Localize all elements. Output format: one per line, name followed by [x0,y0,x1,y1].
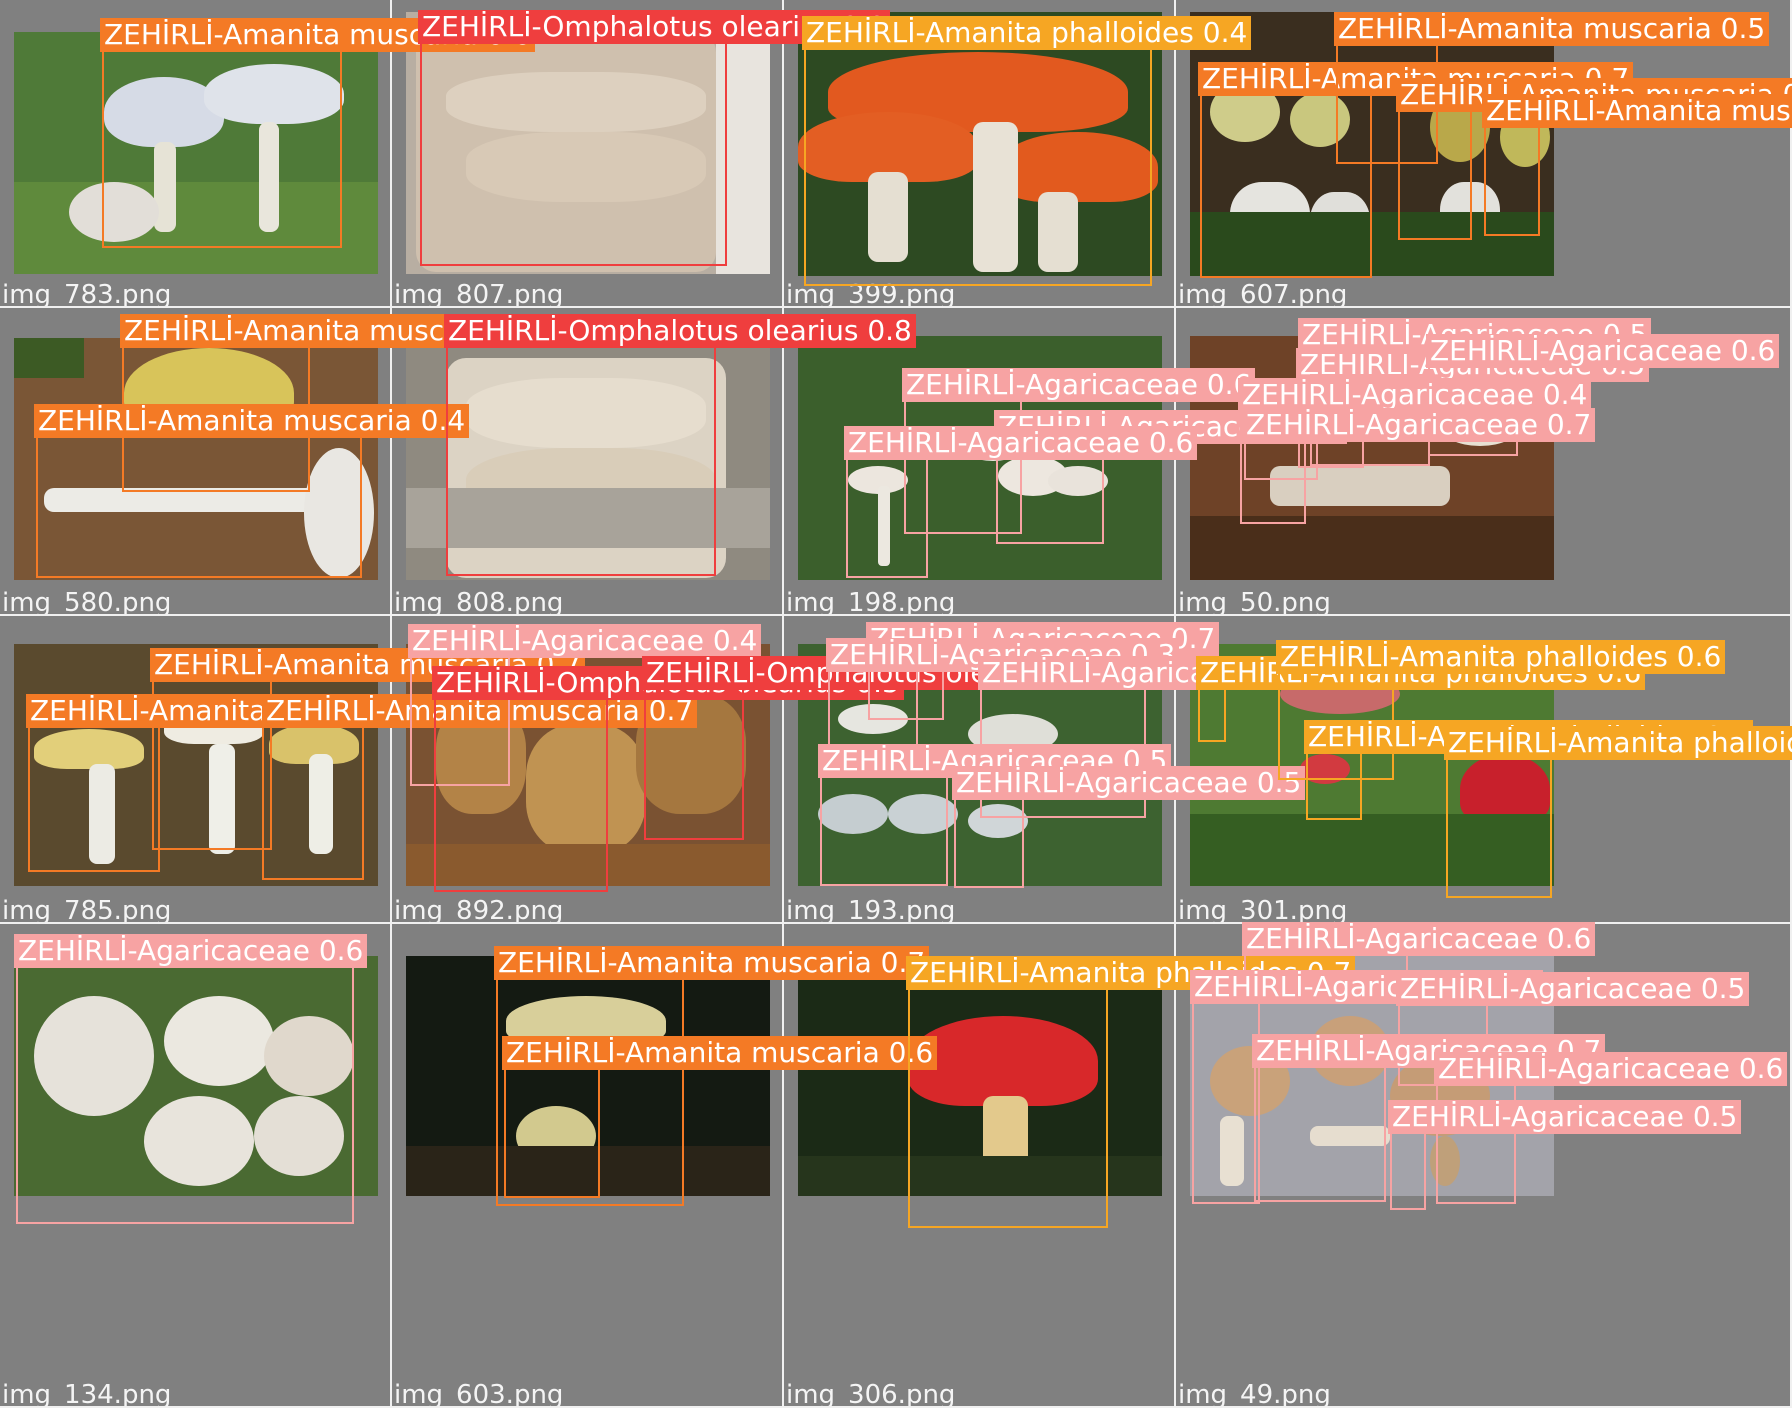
detection-box [16,966,354,1224]
image-filename: img_892.png [394,896,564,924]
detection-label: ZEHİRLİ-Agaricaceae 0.6 [1434,1052,1788,1086]
image-filename: img_193.png [786,896,956,924]
image-filename: img_50.png [1178,588,1331,616]
detection-label: ZEHİRLİ-Agaricaceae 0.5 [1388,1100,1742,1134]
image-filename: img_808.png [394,588,564,616]
detection-label: ZEHİRLİ-Agaricaceae 0.6 [1242,922,1596,956]
detection-box [446,322,716,576]
image-filename: img_607.png [1178,280,1348,308]
detection-label: ZEHİRLİ-Agaricaceae 0.5 [952,766,1306,800]
image-filename: img_807.png [394,280,564,308]
detection-label: ZEHİRLİ-Agaricaceae 0.5 [1396,972,1750,1006]
image-filename: img_49.png [1178,1380,1331,1408]
detection-label: ZEHİRLİ-Amanita muscaria 0.5 [1334,12,1770,46]
image-filename: img_783.png [2,280,172,308]
detection-label: ZEHİRLİ-Agaricaceae 0.6 [902,368,1256,402]
detection-label: ZEHİRLİ-Agaricaceae 0.7 [1242,408,1596,442]
detection-label: ZEHİRLİ-Amanita muscaria 0.6 [502,1036,938,1070]
image-filename: img_301.png [1178,896,1348,924]
detection-label: ZEHİRLİ-Amanita muscaria 0.4 [1482,94,1792,128]
detection-box [152,656,272,850]
detection-box [434,674,608,892]
detection-label: ZEHİRLİ-Agaricaceae 0.6 [1426,334,1780,368]
detection-label: ZEHİRLİ-Omphalotus olearius 0.8 [444,314,916,348]
detection-results-grid: img_783.png img_807.png img_399.png img_607… [0,0,1792,1408]
detection-label: ZEHİRLİ-Amanita phalloides 0.6 [1276,640,1726,674]
detection-label: ZEHİRLİ-Agaricaceae 0.6 [14,934,368,968]
detection-label: ZEHİRLİ-Agaricaceae 0.4 [1238,378,1592,412]
image-filename: img_306.png [786,1380,956,1408]
detection-box [804,22,1152,286]
detection-label: ZEHİRLİ-Amanita muscaria 0.7 [494,946,930,980]
detection-label: ZEHİRLİ-Amanita phalloides 0.7 [1444,726,1792,760]
detection-box [1192,976,1260,1204]
detection-box [102,36,342,248]
detection-label: ZEHİRLİ-Amanita phalloides 0.4 [802,16,1252,50]
image-filename: img_134.png [2,1380,172,1408]
detection-label: ZEHİRLİ-Amanita muscaria 0.4 [34,404,470,438]
detection-label: ZEHİRLİ-Agaricaceae 0.4 [408,624,762,658]
image-filename: img_785.png [2,896,172,924]
detection-label: ZEHİRLİ-Agaricaceae 0.6 [844,426,1198,460]
image-filename: img_198.png [786,588,956,616]
detection-box [908,964,1108,1228]
image-filename: img_580.png [2,588,172,616]
detection-box [1398,90,1472,240]
image-filename: img_603.png [394,1380,564,1408]
detection-box [420,12,727,266]
